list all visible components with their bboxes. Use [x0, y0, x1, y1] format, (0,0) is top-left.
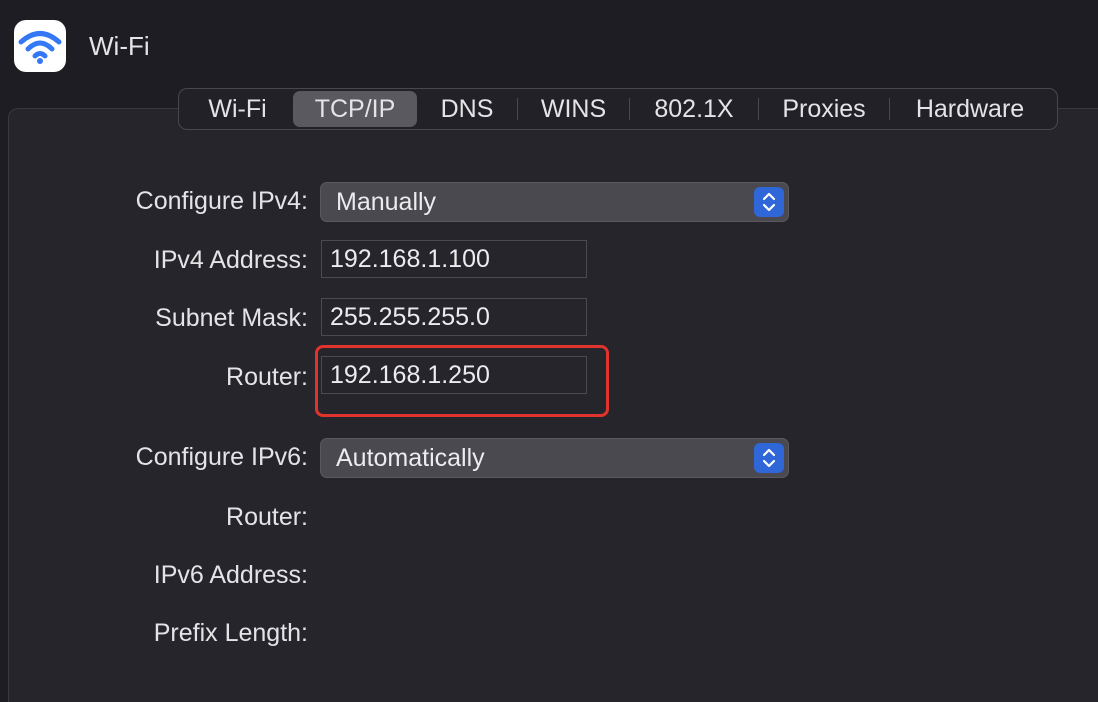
configure-ipv6-select[interactable]: Automatically	[320, 438, 789, 478]
tab-802-1x[interactable]: 802.1X	[630, 91, 758, 127]
ipv6-router-label: Router:	[226, 503, 308, 531]
configure-ipv4-label: Configure IPv4:	[135, 187, 308, 215]
router-highlight-annotation	[315, 345, 609, 417]
tab-wins[interactable]: WINS	[518, 91, 629, 127]
ipv6-address-label: IPv6 Address:	[153, 561, 308, 589]
tab-proxies[interactable]: Proxies	[759, 91, 889, 127]
router-label: Router:	[226, 363, 308, 391]
subnet-mask-label: Subnet Mask:	[155, 304, 308, 332]
configure-ipv6-label: Configure IPv6:	[135, 443, 308, 471]
configure-ipv6-value: Automatically	[336, 443, 485, 472]
prefix-length-label: Prefix Length:	[153, 619, 308, 647]
tab-tcp-ip[interactable]: TCP/IP	[293, 91, 417, 127]
configure-ipv4-value: Manually	[336, 187, 437, 216]
tab-wi-fi[interactable]: Wi-Fi	[182, 91, 293, 127]
ipv4-address-field[interactable]: 192.168.1.100	[321, 240, 587, 278]
ipv4-address-label: IPv4 Address:	[153, 246, 308, 274]
tab-dns[interactable]: DNS	[417, 91, 517, 127]
chevron-up-down-icon	[754, 187, 784, 217]
wifi-icon	[14, 20, 66, 72]
configure-ipv4-select[interactable]: Manually	[320, 182, 789, 222]
network-settings-window: Wi-Fi Wi-Fi TCP/IP DNS WINS 802.1X Proxi…	[0, 0, 1098, 702]
tab-hardware[interactable]: Hardware	[890, 91, 1050, 127]
tab-bar: Wi-Fi TCP/IP DNS WINS 802.1X Proxies Har…	[178, 88, 1058, 130]
window-title: Wi-Fi	[89, 31, 150, 61]
chevron-up-down-icon	[754, 443, 784, 473]
subnet-mask-field[interactable]: 255.255.255.0	[321, 298, 587, 336]
